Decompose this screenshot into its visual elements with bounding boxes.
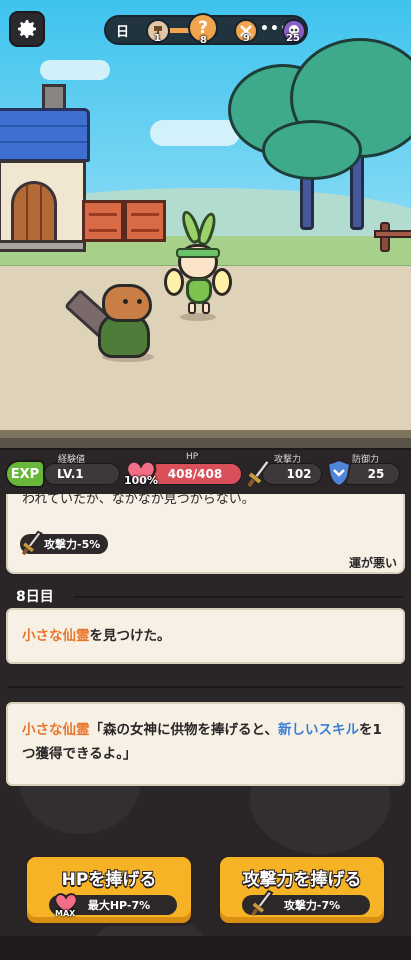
stats-bar: EXP 経験値 LV.1 HP 408/408 100% 攻撃力 102 防御力…	[0, 448, 411, 494]
roof	[0, 108, 90, 162]
crate	[82, 200, 124, 242]
effect-text: 攻撃力-7%	[283, 899, 341, 912]
log-message: 小さな仙霊「森の女神に供物を捧げると、新しいスキルを1つ獲得できるよ。」	[6, 702, 405, 786]
milestone-count: 25	[286, 33, 300, 44]
house-wall	[0, 160, 86, 248]
cloud	[150, 120, 240, 146]
cloud	[40, 60, 110, 80]
exp-badge: EXP	[5, 460, 45, 488]
message-text: を見つけた。	[89, 628, 171, 644]
fairy-headband	[176, 248, 220, 258]
fence	[374, 222, 411, 252]
max-badge: MAX	[55, 909, 76, 918]
crate	[124, 200, 166, 242]
milestone-count: 8	[200, 35, 207, 46]
highlight-skill: 新しいスキル	[277, 722, 359, 738]
house	[0, 82, 94, 252]
sword-icon	[247, 458, 272, 488]
door	[11, 181, 57, 247]
npc-name: 小さな仙霊	[22, 722, 90, 738]
attack-penalty-chip: 攻撃力-5%	[20, 530, 109, 556]
sword-icon	[251, 889, 274, 917]
hp-label: HP	[186, 452, 199, 462]
day-label: 日	[116, 25, 130, 40]
game-scene	[0, 0, 411, 448]
small-fairy-spirit	[164, 208, 232, 320]
message-text: 「森の女神に供物を捧げると、	[89, 722, 278, 738]
choice-title: HPを捧げる	[61, 870, 157, 890]
road-edge	[0, 430, 411, 438]
capybara-hero	[92, 284, 162, 362]
log-message: 小さな仙霊を見つけた。	[6, 608, 405, 664]
shield-icon	[326, 458, 352, 488]
settings-button[interactable]	[9, 11, 45, 47]
bottom-bar	[0, 936, 411, 960]
hero-head	[102, 284, 152, 322]
gear-icon	[18, 20, 36, 38]
divider	[74, 596, 403, 598]
choice-title: 攻撃力を捧げる	[242, 870, 362, 890]
road-shadow	[0, 438, 411, 448]
previous-event-text: われていたが、なかなか見つからない。	[22, 494, 255, 507]
effect-text: 最大HP-7%	[87, 899, 151, 912]
milestone-count: 9	[243, 33, 250, 44]
offer-attack-button[interactable]: 攻撃力を捧げる 攻撃力-7%	[217, 854, 387, 926]
milestone-count: 1	[154, 33, 161, 44]
leaf	[195, 210, 219, 248]
steps	[0, 240, 86, 252]
level-value: LV.1	[44, 463, 120, 485]
day-progress-track: 日 1 ? 8 9 ••• 25	[104, 13, 308, 46]
sword-icon	[21, 530, 43, 556]
fairy-body	[186, 278, 212, 304]
luck-tag: 運が悪い	[348, 556, 397, 570]
effect-text: 攻撃力-5%	[44, 538, 101, 551]
day-header: 8日目	[16, 589, 54, 605]
offer-hp-button[interactable]: HPを捧げる 最大HP-7% MAX	[24, 854, 194, 926]
divider	[8, 686, 403, 688]
previous-event-card: われていたが、なかなか見つからない。 攻撃力-5% 運が悪い	[6, 494, 405, 574]
hp-percent: 100%	[124, 474, 158, 487]
npc-name: 小さな仙霊	[22, 628, 90, 644]
hp-bar: 408/408	[148, 463, 242, 485]
wing	[212, 268, 232, 296]
tree-canopy	[262, 120, 362, 180]
